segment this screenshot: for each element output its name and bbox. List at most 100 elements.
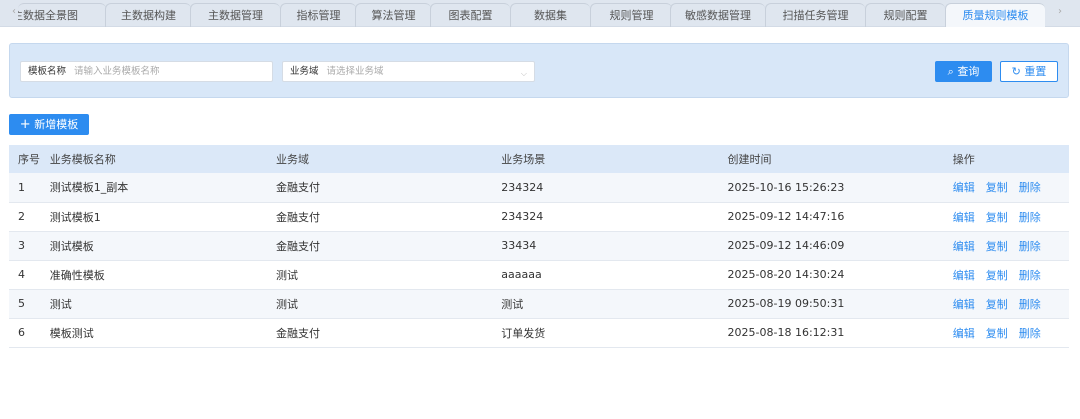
actions-cell: 编辑 复制 删除 [952,318,1069,348]
table-row: 2 测试模板1 金融支付 234324 2025-09-12 14:47:16 编辑 复制删… [9,202,1069,232]
edit-link[interactable]: 编辑 [953,181,975,194]
reset-label: 重置 [1024,65,1047,78]
tab-9[interactable]: 敏感数据管理 [670,3,765,27]
table-header: 序号 业务模板名称 业务域 业务场景 创建时间 操作 [9,145,1069,173]
table-cell: 6 [9,318,50,348]
copy-link[interactable]: 复制 [986,298,1008,311]
actions-cell: 编辑 复制 删除 [952,173,1069,203]
tab-2[interactable]: 主数据构建 [105,3,191,27]
table-cell: 2025-08-18 16:12:31 [727,318,953,348]
table-cell: 测试 [276,289,502,319]
table-cell: 2025-09-12 14:46:09 [727,231,953,261]
tab-5[interactable]: 算法管理 [355,3,431,27]
actions-cell: 编辑 复制 删除 [952,289,1069,319]
table-cell: 准确性模板 [49,260,277,290]
table-cell: 模板测试 [49,318,277,348]
delete-link[interactable]: 删除 [1019,181,1041,194]
chevron-down-icon: ⌵ [520,69,527,78]
add-template-button[interactable]: + 新增模板 [9,114,89,135]
tab-1[interactable]: 主数据全景图 [18,3,106,27]
table-cell: 5 [9,289,50,319]
search-icon: ⌕ [947,65,954,78]
template-table: 序号 业务模板名称 业务域 业务场景 创建时间 操作 1 测试模板1_副本 金融支付 23432… [9,145,1069,348]
delete-link[interactable]: 删除 [1019,240,1041,253]
table-cell: 2 [9,202,50,232]
table-cell: 2025-10-16 15:26:23 [727,173,953,203]
tab-bar: ‹ › 主数据全景图 主数据构建 主数据管理 指标管理 算法管理 图表配置 数据集 规则管理敏… [0,0,1080,27]
tab-6[interactable]: 图表配置 [430,3,510,27]
tab-3[interactable]: 主数据管理 [190,3,280,27]
table-row: 4 准确性模板 测试 aaaaaa 2025-08-20 14:30:24 编辑 复制 删除 [9,260,1069,290]
reset-button[interactable]: ↻ 重置 [1000,61,1058,82]
column-header: 序号 [9,145,50,173]
edit-link[interactable]: 编辑 [953,327,975,340]
tab-4[interactable]: 指标管理 [280,3,356,27]
copy-link[interactable]: 复制 [986,269,1008,282]
tab-scroll-right-icon[interactable]: › [1058,6,1062,17]
table-cell: 234324 [501,202,728,232]
copy-link[interactable]: 复制 [986,327,1008,340]
table-cell: 4 [9,260,50,290]
table-cell: 金融支付 [276,202,502,232]
actions-cell: 编辑 复制 删除 [952,231,1069,261]
template-name-label: 模板名称 [28,66,67,77]
table-cell: aaaaaa [501,260,728,290]
add-template-label: 新增模板 [34,118,79,131]
delete-link[interactable]: 删除 [1019,269,1041,282]
table-row: 5 测试 测试 测试 2025-08-19 09:50:31 编辑 复制 删除 [9,289,1069,319]
edit-link[interactable]: 编辑 [953,298,975,311]
table-cell: 测试 [501,289,728,319]
plus-icon: + [19,117,31,132]
actions-cell: 编辑 复制 删除 [952,202,1069,232]
table-row: 6 模板测试 金融支付 订单发货 2025-08-18 16:12:31 编辑 复制 删除 [9,318,1069,348]
tab-10[interactable]: 扫描任务管理 [765,3,865,27]
column-header: 业务场景 [501,145,728,173]
table-cell: 测试模板1_副本 [49,173,277,203]
table-cell: 测试模板1 [49,202,277,232]
table-cell: 2025-08-20 14:30:24 [727,260,953,290]
tab-11[interactable]: 规则配置 [865,3,945,27]
table-cell: 234324 [501,173,728,203]
edit-link[interactable]: 编辑 [953,211,975,224]
delete-link[interactable]: 删除 [1019,298,1041,311]
table-cell: 金融支付 [276,318,502,348]
template-name-placeholder: 请输入业务模板名称 [74,66,160,77]
edit-link[interactable]: 编辑 [953,269,975,282]
column-header: 操作 [952,145,1069,173]
table-cell: 3 [9,231,50,261]
table-cell: 测试 [49,289,277,319]
table-cell: 订单发货 [501,318,728,348]
query-label: 查询 [957,65,980,78]
business-domain-select[interactable]: 业务域 请选择业务域 ⌵ [282,61,535,82]
tab-8[interactable]: 规则管理 [590,3,672,27]
table-row: 1 测试模板1_副本 金融支付 234324 2025-10-16 15:26:23 编辑… [9,173,1069,203]
delete-link[interactable]: 删除 [1019,327,1041,340]
table-cell: 测试 [276,260,502,290]
delete-link[interactable]: 删除 [1019,211,1041,224]
query-button[interactable]: ⌕ 查询 [935,61,992,82]
table-cell: 金融支付 [276,173,502,203]
tab-12[interactable]: 质量规则模板 [945,3,1045,27]
table-cell: 金融支付 [276,231,502,261]
table-cell: 测试模板 [49,231,277,261]
business-domain-label: 业务域 [290,66,319,77]
business-domain-placeholder: 请选择业务域 [326,66,384,77]
tab-scroll-left-icon[interactable]: ‹ [12,6,16,17]
search-panel: 模板名称 请输入业务模板名称 业务域 请选择业务域 ⌵ ⌕ 查询 ↻ 重置 [9,43,1069,98]
column-header: 业务域 [276,145,502,173]
column-header: 创建时间 [727,145,953,173]
copy-link[interactable]: 复制 [986,240,1008,253]
copy-link[interactable]: 复制 [986,211,1008,224]
table-cell: 2025-08-19 09:50:31 [727,289,953,319]
table-row: 3 测试模板 金融支付 33434 2025-09-12 14:46:09 编辑 复制 删除 [9,231,1069,261]
column-header: 业务模板名称 [49,145,277,173]
actions-cell: 编辑 复制 删除 [952,260,1069,290]
edit-link[interactable]: 编辑 [953,240,975,253]
tab-7[interactable]: 数据集 [510,3,590,27]
refresh-icon: ↻ [1011,65,1021,78]
template-name-input[interactable]: 模板名称 请输入业务模板名称 [20,61,273,82]
table-cell: 1 [9,173,50,203]
table-cell: 33434 [501,231,728,261]
copy-link[interactable]: 复制 [986,181,1008,194]
table-cell: 2025-09-12 14:47:16 [727,202,953,232]
